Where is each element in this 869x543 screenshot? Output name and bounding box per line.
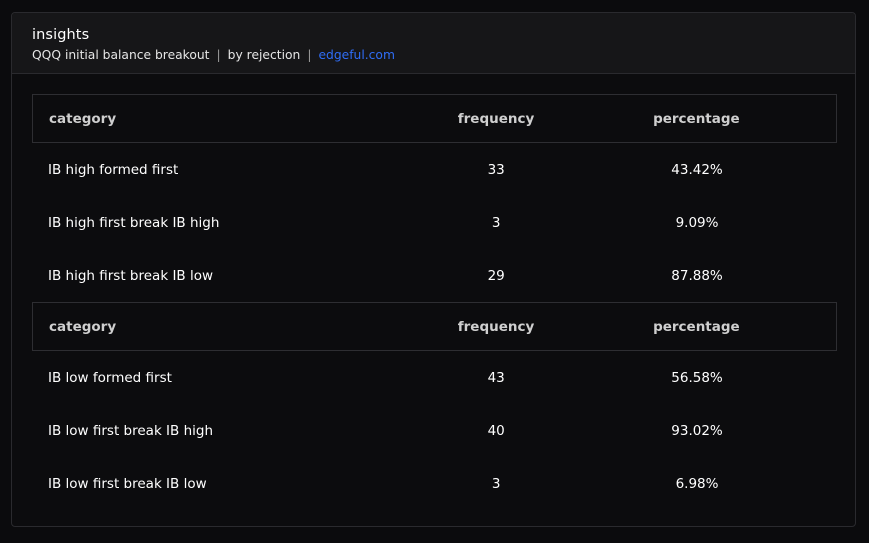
table-row: IB high formed first 33 43.42%	[32, 143, 837, 196]
cell-percentage: 6.98%	[675, 475, 719, 492]
subtitle-author: by rejection	[227, 48, 301, 62]
cell-percentage: 56.58%	[671, 369, 723, 386]
table-row: IB low first break IB low 3 6.98%	[32, 457, 837, 510]
card-header: insights QQQ initial balance breakout | by…	[12, 13, 855, 74]
cell-frequency: 43	[487, 369, 505, 386]
cell-frequency: 29	[487, 267, 505, 284]
insights-table: category frequency percentage IB high fo…	[32, 94, 837, 510]
card-title: insights	[32, 27, 90, 43]
header-frequency: frequency	[457, 110, 535, 127]
cell-category: IB high first break IB low	[48, 267, 214, 284]
subtitle-separator: |	[307, 48, 312, 62]
cell-category: IB high formed first	[48, 161, 179, 178]
header-percentage: percentage	[653, 318, 740, 335]
subtitle-description: QQQ initial balance breakout	[32, 48, 210, 62]
cell-frequency: 3	[491, 475, 501, 492]
cell-category: IB low first break IB high	[48, 422, 214, 439]
cell-category: IB low formed first	[48, 369, 172, 386]
cell-frequency: 40	[487, 422, 505, 439]
cell-percentage: 93.02%	[671, 422, 723, 439]
header-frequency: frequency	[457, 318, 535, 335]
header-category: category	[49, 318, 117, 335]
subtitle-separator: |	[216, 48, 221, 62]
insights-card: insights QQQ initial balance breakout | by…	[11, 12, 856, 527]
table-row: IB low first break IB high 40 93.02%	[32, 404, 837, 457]
table-header-row: category frequency percentage	[32, 302, 837, 351]
header-category: category	[49, 110, 117, 127]
header-percentage: percentage	[653, 110, 740, 127]
cell-frequency: 33	[487, 161, 505, 178]
cell-percentage: 9.09%	[675, 214, 719, 231]
table-row: IB low formed first 43 56.58%	[32, 351, 837, 404]
cell-percentage: 87.88%	[671, 267, 723, 284]
card-subtitle: QQQ initial balance breakout | by rejectio…	[32, 48, 855, 63]
table-row: IB high first break IB low 29 87.88%	[32, 249, 837, 302]
table-header-row: category frequency percentage	[32, 94, 837, 143]
cell-category: IB low first break IB low	[48, 475, 207, 492]
cell-percentage: 43.42%	[671, 161, 723, 178]
edgeful-link[interactable]: edgeful.com	[318, 48, 394, 62]
table-row: IB high first break IB high 3 9.09%	[32, 196, 837, 249]
cell-frequency: 3	[491, 214, 501, 231]
cell-category: IB high first break IB high	[48, 214, 220, 231]
